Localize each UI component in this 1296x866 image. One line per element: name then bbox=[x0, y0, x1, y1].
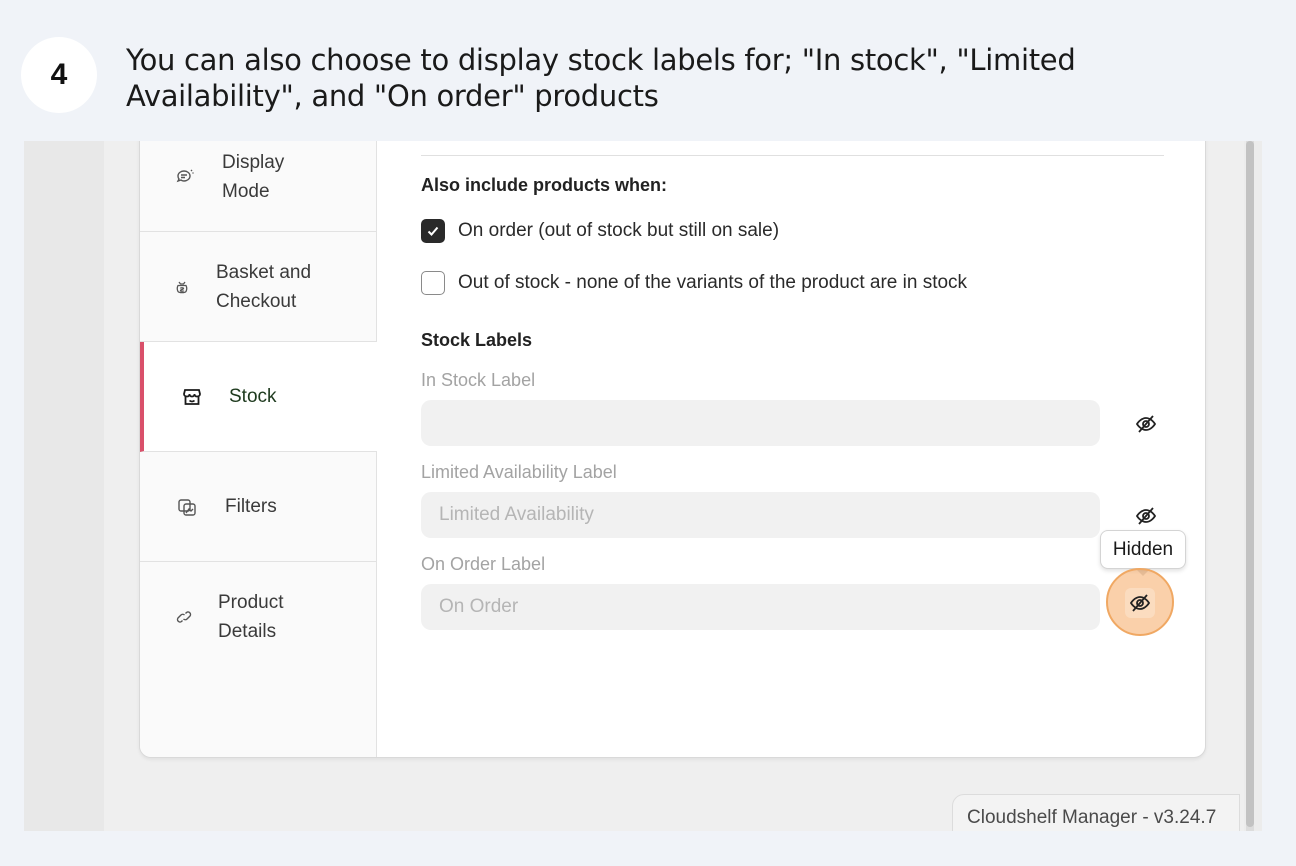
sidebar-item-filters[interactable]: Filters bbox=[140, 452, 377, 562]
step-header: 4 You can also choose to display stock l… bbox=[0, 0, 1296, 140]
left-gutter bbox=[24, 141, 104, 831]
on-order-checkbox[interactable] bbox=[421, 219, 445, 243]
section-divider bbox=[421, 155, 1164, 156]
out-of-stock-checkbox-label: Out of stock - none of the variants of t… bbox=[458, 272, 968, 293]
sidebar-item-label: Basket and Checkout bbox=[216, 261, 312, 312]
filters-icon bbox=[177, 497, 197, 517]
version-badge: Cloudshelf Manager - v3.24.7 bbox=[952, 794, 1240, 831]
in-stock-label-input[interactable] bbox=[421, 400, 1100, 446]
out-of-stock-option[interactable]: Out of stock - none of the variants of t… bbox=[421, 271, 967, 295]
scrollbar-thumb[interactable] bbox=[1246, 141, 1254, 827]
sidebar-item-label: Product Details bbox=[218, 592, 284, 642]
sidebar-item-product-details[interactable]: Product Details bbox=[140, 562, 377, 672]
stock-settings-panel: Also include products when: On order (ou… bbox=[421, 141, 1181, 757]
eye-off-icon[interactable] bbox=[1131, 501, 1161, 531]
sidebar-item-label: Display Mode bbox=[222, 151, 285, 202]
link-icon bbox=[175, 608, 193, 626]
on-order-label-input[interactable] bbox=[421, 584, 1100, 630]
sidebar-item-stock[interactable]: Stock bbox=[140, 342, 377, 452]
eye-off-icon[interactable] bbox=[1125, 588, 1155, 618]
on-order-option[interactable]: On order (out of stock but still on sale… bbox=[421, 219, 779, 243]
on-order-checkbox-label: On order (out of stock but still on sale… bbox=[458, 220, 780, 241]
settings-sidebar: Display Mode Basket and Checkout Stock F… bbox=[140, 141, 377, 757]
in-stock-label-caption: In Stock Label bbox=[421, 370, 536, 390]
step-instruction: You can also choose to display stock lab… bbox=[126, 43, 1076, 113]
limited-availability-label-caption: Limited Availability Label bbox=[421, 462, 617, 482]
eye-off-icon[interactable] bbox=[1131, 409, 1161, 439]
limited-availability-label-input[interactable] bbox=[421, 492, 1100, 538]
settings-card: Display Mode Basket and Checkout Stock F… bbox=[139, 141, 1206, 758]
display-mode-icon bbox=[176, 168, 194, 186]
hidden-tooltip: Hidden bbox=[1100, 530, 1186, 569]
step-number-badge: 4 bbox=[21, 37, 97, 113]
sidebar-item-basket-and-checkout[interactable]: Basket and Checkout bbox=[140, 232, 377, 342]
basket-icon bbox=[173, 278, 191, 296]
sidebar-item-display-mode[interactable]: Display Mode bbox=[140, 141, 377, 232]
sidebar-item-label: Stock bbox=[229, 386, 277, 407]
sidebar-item-label: Filters bbox=[225, 496, 277, 517]
stock-labels-heading: Stock Labels bbox=[421, 330, 533, 350]
out-of-stock-checkbox[interactable] bbox=[421, 271, 445, 295]
include-products-heading: Also include products when: bbox=[421, 175, 668, 195]
screenshot-area: Display Mode Basket and Checkout Stock F… bbox=[24, 141, 1262, 831]
store-icon bbox=[181, 386, 203, 408]
on-order-label-caption: On Order Label bbox=[421, 554, 546, 574]
